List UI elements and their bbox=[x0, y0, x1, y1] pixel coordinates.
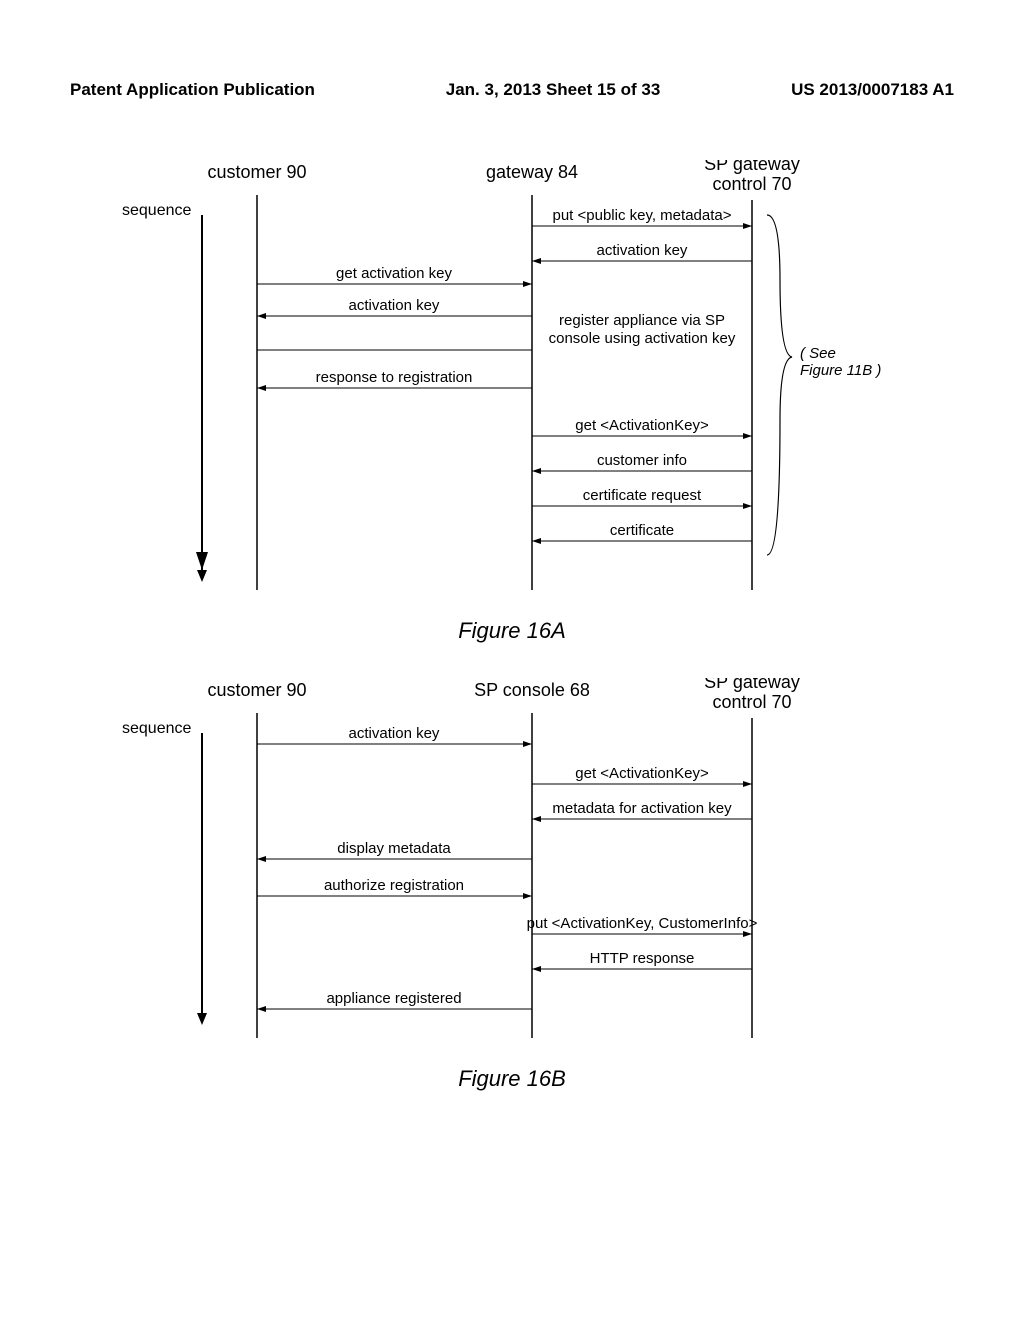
msg-m10: certificate bbox=[610, 522, 674, 539]
sequence-label-b: sequence bbox=[122, 720, 191, 738]
figure-16a: sequence customer 90 gateway 84 SP gatew… bbox=[152, 160, 872, 600]
figure-16a-svg: customer 90 gateway 84 SP gateway contro… bbox=[152, 160, 872, 600]
msg-m5a: register appliance via SP bbox=[559, 312, 725, 329]
page-header: Patent Application Publication Jan. 3, 2… bbox=[70, 80, 954, 100]
actor-spgw-l2: control 70 bbox=[712, 174, 791, 194]
figure-16b: sequence customer 90 SP console 68 SP ga… bbox=[152, 678, 872, 1048]
side-note: ( See Figure 11B ) bbox=[800, 346, 881, 379]
header-right: US 2013/0007183 A1 bbox=[791, 80, 954, 100]
msg-m6: response to registration bbox=[316, 369, 473, 386]
msg-m7: get <ActivationKey> bbox=[575, 417, 709, 434]
msg-m2: activation key bbox=[597, 242, 688, 259]
actor-console: SP console 68 bbox=[474, 680, 590, 700]
msg-b4: display metadata bbox=[337, 840, 451, 857]
msg-b7: HTTP response bbox=[590, 950, 695, 967]
figure-16a-caption: Figure 16A bbox=[70, 618, 954, 644]
msg-m9: certificate request bbox=[583, 487, 702, 504]
msg-m3: get activation key bbox=[336, 265, 452, 282]
msg-b1: activation key bbox=[349, 725, 440, 742]
actor-spgw-b-l1: SP gateway bbox=[704, 678, 800, 692]
page: Patent Application Publication Jan. 3, 2… bbox=[0, 0, 1024, 1320]
msg-m5b: console using activation key bbox=[549, 330, 736, 347]
actor-customer-b: customer 90 bbox=[207, 680, 306, 700]
msg-m8: customer info bbox=[597, 452, 687, 469]
actor-customer: customer 90 bbox=[207, 162, 306, 182]
actor-spgw-b-l2: control 70 bbox=[712, 692, 791, 712]
msg-m4: activation key bbox=[349, 297, 440, 314]
msg-b2: get <ActivationKey> bbox=[575, 765, 709, 782]
figure-16b-caption: Figure 16B bbox=[70, 1066, 954, 1092]
sequence-label: sequence bbox=[122, 202, 191, 220]
figure-16b-svg: customer 90 SP console 68 SP gateway con… bbox=[152, 678, 872, 1048]
msg-b5: authorize registration bbox=[324, 877, 464, 894]
msg-b8: appliance registered bbox=[326, 990, 461, 1007]
msg-b3: metadata for activation key bbox=[552, 800, 732, 817]
msg-b6: put <ActivationKey, CustomerInfo> bbox=[527, 915, 758, 932]
msg-m1: put <public key, metadata> bbox=[552, 207, 731, 224]
actor-gateway: gateway 84 bbox=[486, 162, 578, 182]
header-left: Patent Application Publication bbox=[70, 80, 315, 100]
header-center: Jan. 3, 2013 Sheet 15 of 33 bbox=[446, 80, 661, 100]
actor-spgw-l1: SP gateway bbox=[704, 160, 800, 174]
